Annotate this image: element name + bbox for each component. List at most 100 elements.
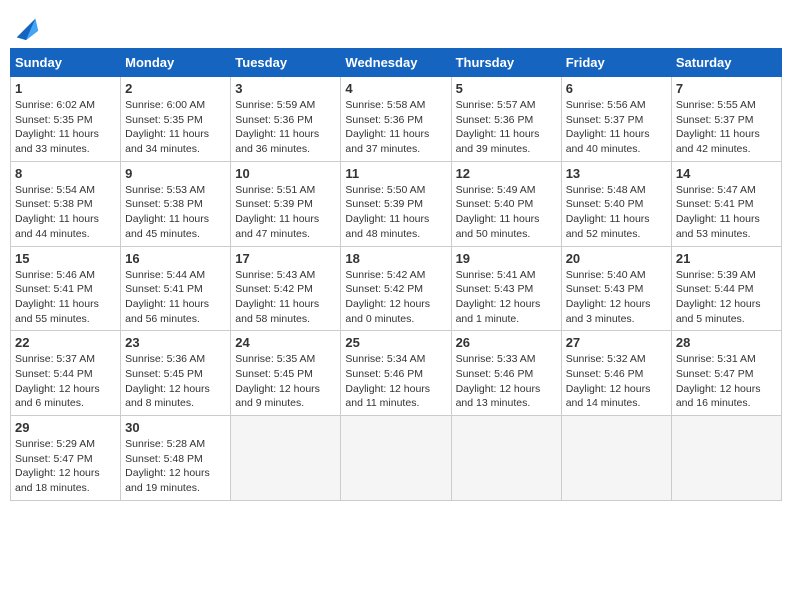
weekday-header-tuesday: Tuesday: [231, 49, 341, 77]
weekday-header-row: SundayMondayTuesdayWednesdayThursdayFrid…: [11, 49, 782, 77]
day-number: 26: [456, 335, 557, 350]
calendar-cell: 3Sunrise: 5:59 AM Sunset: 5:36 PM Daylig…: [231, 77, 341, 162]
calendar-cell: 22 Sunrise: 5:37 AM Sunset: 5:44 PM Dayli…: [11, 331, 121, 416]
day-info: Sunrise: 5:36 AM Sunset: 5:45 PM Dayligh…: [125, 352, 226, 411]
calendar-week-row: 8 Sunrise: 5:54 AM Sunset: 5:38 PM Daylig…: [11, 161, 782, 246]
day-number: 6: [566, 81, 667, 96]
day-number: 27: [566, 335, 667, 350]
day-info: Sunrise: 5:57 AM Sunset: 5:36 PM Dayligh…: [456, 98, 557, 157]
day-number: 18: [345, 251, 446, 266]
calendar-cell: 19Sunrise: 5:41 AM Sunset: 5:43 PM Dayli…: [451, 246, 561, 331]
day-info: Sunrise: 5:34 AM Sunset: 5:46 PM Dayligh…: [345, 352, 446, 411]
day-info: Sunrise: 5:46 AM Sunset: 5:41 PM Dayligh…: [15, 268, 116, 327]
calendar-cell: 29Sunrise: 5:29 AM Sunset: 5:47 PM Dayli…: [11, 416, 121, 501]
day-number: 30: [125, 420, 226, 435]
day-number: 23: [125, 335, 226, 350]
day-info: Sunrise: 5:56 AM Sunset: 5:37 PM Dayligh…: [566, 98, 667, 157]
day-info: Sunrise: 5:47 AM Sunset: 5:41 PM Dayligh…: [676, 183, 777, 242]
calendar-cell: 4 Sunrise: 5:58 AM Sunset: 5:36 PM Daylig…: [341, 77, 451, 162]
calendar-cell: 10 Sunrise: 5:51 AM Sunset: 5:39 PM Dayli…: [231, 161, 341, 246]
day-number: 14: [676, 166, 777, 181]
day-info: Sunrise: 5:54 AM Sunset: 5:38 PM Dayligh…: [15, 183, 116, 242]
day-info: Sunrise: 5:50 AM Sunset: 5:39 PM Dayligh…: [345, 183, 446, 242]
calendar-cell: [561, 416, 671, 501]
weekday-header-thursday: Thursday: [451, 49, 561, 77]
day-info: Sunrise: 5:58 AM Sunset: 5:36 PM Dayligh…: [345, 98, 446, 157]
calendar-cell: 15 Sunrise: 5:46 AM Sunset: 5:41 PM Dayli…: [11, 246, 121, 331]
logo-icon: [12, 14, 40, 42]
day-info: Sunrise: 5:55 AM Sunset: 5:37 PM Dayligh…: [676, 98, 777, 157]
day-info: Sunrise: 5:40 AM Sunset: 5:43 PM Dayligh…: [566, 268, 667, 327]
calendar-cell: 18 Sunrise: 5:42 AM Sunset: 5:42 PM Dayli…: [341, 246, 451, 331]
calendar-cell: 21 Sunrise: 5:39 AM Sunset: 5:44 PM Dayli…: [671, 246, 781, 331]
day-number: 5: [456, 81, 557, 96]
calendar-cell: 5 Sunrise: 5:57 AM Sunset: 5:36 PM Daylig…: [451, 77, 561, 162]
day-info: Sunrise: 5:42 AM Sunset: 5:42 PM Dayligh…: [345, 268, 446, 327]
logo: [10, 14, 40, 42]
calendar-cell: 8 Sunrise: 5:54 AM Sunset: 5:38 PM Daylig…: [11, 161, 121, 246]
calendar-cell: 11Sunrise: 5:50 AM Sunset: 5:39 PM Dayli…: [341, 161, 451, 246]
calendar-cell: 25 Sunrise: 5:34 AM Sunset: 5:46 PM Dayli…: [341, 331, 451, 416]
day-number: 9: [125, 166, 226, 181]
day-info: Sunrise: 6:00 AM Sunset: 5:35 PM Dayligh…: [125, 98, 226, 157]
weekday-header-saturday: Saturday: [671, 49, 781, 77]
day-info: Sunrise: 5:43 AM Sunset: 5:42 PM Dayligh…: [235, 268, 336, 327]
day-info: Sunrise: 5:33 AM Sunset: 5:46 PM Dayligh…: [456, 352, 557, 411]
calendar-cell: 12 Sunrise: 5:49 AM Sunset: 5:40 PM Dayli…: [451, 161, 561, 246]
calendar-cell: [451, 416, 561, 501]
day-number: 21: [676, 251, 777, 266]
day-number: 7: [676, 81, 777, 96]
day-number: 22: [15, 335, 116, 350]
calendar-week-row: 15 Sunrise: 5:46 AM Sunset: 5:41 PM Dayli…: [11, 246, 782, 331]
calendar-cell: 1Sunrise: 6:02 AM Sunset: 5:35 PM Daylig…: [11, 77, 121, 162]
weekday-header-monday: Monday: [121, 49, 231, 77]
calendar-cell: 26 Sunrise: 5:33 AM Sunset: 5:46 PM Dayli…: [451, 331, 561, 416]
day-number: 24: [235, 335, 336, 350]
day-info: Sunrise: 5:37 AM Sunset: 5:44 PM Dayligh…: [15, 352, 116, 411]
day-number: 8: [15, 166, 116, 181]
weekday-header-friday: Friday: [561, 49, 671, 77]
day-info: Sunrise: 5:59 AM Sunset: 5:36 PM Dayligh…: [235, 98, 336, 157]
calendar-cell: 6 Sunrise: 5:56 AM Sunset: 5:37 PM Daylig…: [561, 77, 671, 162]
day-number: 13: [566, 166, 667, 181]
day-number: 25: [345, 335, 446, 350]
day-number: 15: [15, 251, 116, 266]
day-info: Sunrise: 5:29 AM Sunset: 5:47 PM Dayligh…: [15, 437, 116, 496]
day-number: 2: [125, 81, 226, 96]
calendar-cell: 30 Sunrise: 5:28 AM Sunset: 5:48 PM Dayli…: [121, 416, 231, 501]
day-info: Sunrise: 5:53 AM Sunset: 5:38 PM Dayligh…: [125, 183, 226, 242]
day-number: 28: [676, 335, 777, 350]
day-info: Sunrise: 5:35 AM Sunset: 5:45 PM Dayligh…: [235, 352, 336, 411]
day-info: Sunrise: 5:49 AM Sunset: 5:40 PM Dayligh…: [456, 183, 557, 242]
calendar-cell: 13 Sunrise: 5:48 AM Sunset: 5:40 PM Dayli…: [561, 161, 671, 246]
calendar-cell: 16Sunrise: 5:44 AM Sunset: 5:41 PM Dayli…: [121, 246, 231, 331]
day-number: 17: [235, 251, 336, 266]
calendar-cell: 28 Sunrise: 5:31 AM Sunset: 5:47 PM Dayli…: [671, 331, 781, 416]
day-info: Sunrise: 5:41 AM Sunset: 5:43 PM Dayligh…: [456, 268, 557, 327]
calendar-cell: [341, 416, 451, 501]
day-number: 12: [456, 166, 557, 181]
day-number: 20: [566, 251, 667, 266]
calendar-table: SundayMondayTuesdayWednesdayThursdayFrid…: [10, 48, 782, 501]
calendar-cell: 9 Sunrise: 5:53 AM Sunset: 5:38 PM Daylig…: [121, 161, 231, 246]
calendar-cell: [231, 416, 341, 501]
calendar-cell: 2 Sunrise: 6:00 AM Sunset: 5:35 PM Daylig…: [121, 77, 231, 162]
day-info: Sunrise: 5:28 AM Sunset: 5:48 PM Dayligh…: [125, 437, 226, 496]
day-info: Sunrise: 5:48 AM Sunset: 5:40 PM Dayligh…: [566, 183, 667, 242]
calendar-cell: 24 Sunrise: 5:35 AM Sunset: 5:45 PM Dayli…: [231, 331, 341, 416]
calendar-cell: 27 Sunrise: 5:32 AM Sunset: 5:46 PM Dayli…: [561, 331, 671, 416]
calendar-cell: 23 Sunrise: 5:36 AM Sunset: 5:45 PM Dayli…: [121, 331, 231, 416]
day-info: Sunrise: 5:51 AM Sunset: 5:39 PM Dayligh…: [235, 183, 336, 242]
day-info: Sunrise: 5:32 AM Sunset: 5:46 PM Dayligh…: [566, 352, 667, 411]
calendar-cell: 14 Sunrise: 5:47 AM Sunset: 5:41 PM Dayli…: [671, 161, 781, 246]
day-number: 4: [345, 81, 446, 96]
calendar-cell: 20 Sunrise: 5:40 AM Sunset: 5:43 PM Dayli…: [561, 246, 671, 331]
weekday-header-sunday: Sunday: [11, 49, 121, 77]
day-info: Sunrise: 5:44 AM Sunset: 5:41 PM Dayligh…: [125, 268, 226, 327]
day-number: 10: [235, 166, 336, 181]
page-header: [10, 10, 782, 42]
day-info: Sunrise: 5:39 AM Sunset: 5:44 PM Dayligh…: [676, 268, 777, 327]
day-number: 1: [15, 81, 116, 96]
day-info: Sunrise: 5:31 AM Sunset: 5:47 PM Dayligh…: [676, 352, 777, 411]
calendar-cell: [671, 416, 781, 501]
